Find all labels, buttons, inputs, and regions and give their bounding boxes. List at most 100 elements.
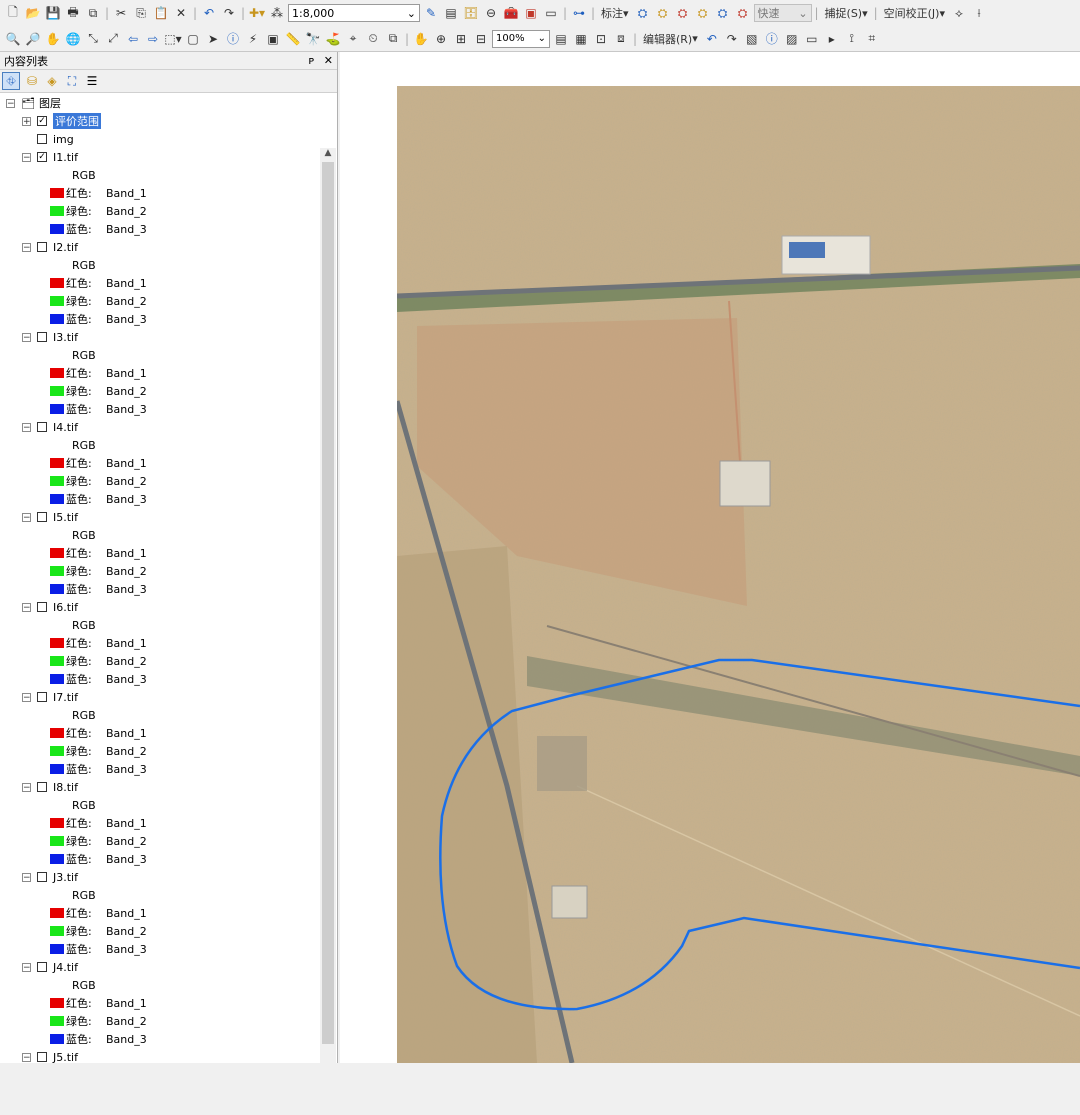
model-builder-icon[interactable]: ▭	[542, 3, 560, 23]
back-arrow-icon[interactable]: ⇦	[124, 29, 142, 49]
layer-item[interactable]: − I8.tif	[22, 778, 78, 796]
delete-icon[interactable]: ✕	[172, 3, 190, 23]
open-folder-icon[interactable]: 📂	[24, 3, 42, 23]
full-extent-icon[interactable]: 🌐	[64, 29, 82, 49]
collapse-toggle[interactable]: −	[22, 872, 31, 882]
select-features-icon[interactable]: ⬚▾	[164, 29, 182, 49]
map-scale-dropdown[interactable]: 1:8,000 ⌄	[288, 4, 420, 22]
spatial-adjustment-menu[interactable]: 空间校正(J) ▾	[881, 3, 948, 23]
clear-selection-icon[interactable]: ▢	[184, 29, 202, 49]
list-by-drawing-order-icon[interactable]: ⛗	[2, 72, 20, 90]
layer-item[interactable]: img	[22, 130, 74, 148]
layout-zoom-dropdown[interactable]: 100% ⌄	[492, 29, 550, 48]
edit-tool-icon[interactable]: ▧	[743, 29, 761, 49]
python-window-icon[interactable]: ▣	[522, 3, 540, 23]
editor-menu[interactable]: 编辑器(R) ▾	[640, 29, 701, 49]
layer-visibility-checkbox[interactable]	[37, 1052, 47, 1062]
collapse-toggle[interactable]: −	[22, 512, 31, 522]
identify-icon[interactable]: ⓘ	[224, 29, 242, 49]
search-window-icon[interactable]: ⊖	[482, 3, 500, 23]
layer-item[interactable]: − I3.tif	[22, 328, 78, 346]
label-menu[interactable]: 标注 ▾	[598, 3, 632, 23]
data-driven-pages-icon[interactable]: ⧈	[612, 29, 630, 49]
toc-options-icon[interactable]: ☰	[84, 73, 100, 89]
layer-visibility-checkbox[interactable]: ✓	[37, 116, 47, 126]
edit-vertices-icon[interactable]: ⌗	[863, 29, 881, 49]
layer-item[interactable]: − J4.tif	[22, 958, 78, 976]
toggle-draft-icon[interactable]: ▤	[552, 29, 570, 49]
layout-fixed-zoom-icon[interactable]: ⊟	[472, 29, 490, 49]
layer-visibility-checkbox[interactable]	[37, 134, 47, 144]
new-document-icon[interactable]: 🗋	[4, 3, 22, 23]
paste-icon[interactable]: 📋	[152, 3, 170, 23]
add-data-icon[interactable]: ✚▾	[248, 3, 266, 23]
label-priority-icon[interactable]: ⛭	[674, 3, 692, 23]
measure-icon[interactable]: 📏	[284, 29, 302, 49]
toolbar-options-icon[interactable]: ⊶	[570, 3, 588, 23]
pin-icon[interactable]: ᴘ	[309, 54, 315, 67]
collapse-toggle[interactable]: −	[6, 98, 15, 108]
sketch-properties-icon[interactable]: ▨	[783, 29, 801, 49]
layer-item[interactable]: − I2.tif	[22, 238, 78, 256]
layer-item[interactable]: − I6.tif	[22, 598, 78, 616]
pan-hand-icon[interactable]: ✋	[44, 29, 62, 49]
arctoolbox-icon[interactable]: 🧰	[502, 3, 520, 23]
snapping-menu[interactable]: 捕捉(S) ▾	[822, 3, 871, 23]
undo-icon[interactable]: ↶	[200, 3, 218, 23]
adjust-tool-icon[interactable]: ⟡	[950, 3, 968, 23]
create-features-icon[interactable]: ▭	[803, 29, 821, 49]
collapse-toggle[interactable]: −	[22, 602, 31, 612]
layer-visibility-checkbox[interactable]	[37, 512, 47, 522]
zoom-in-icon[interactable]: 🔍	[4, 29, 22, 49]
find-icon[interactable]: 🔭	[304, 29, 322, 49]
copy-icon[interactable]: ⎘	[132, 3, 150, 23]
toc-vertical-scrollbar[interactable]: ▲	[320, 148, 336, 1115]
html-popup-icon[interactable]: ▣	[264, 29, 282, 49]
label-view-icon[interactable]: ⛭	[714, 3, 732, 23]
go-to-xy-icon[interactable]: ⌖	[344, 29, 362, 49]
layer-visibility-checkbox[interactable]	[37, 332, 47, 342]
layer-visibility-checkbox[interactable]	[37, 872, 47, 882]
layout-pan-icon[interactable]: ✋	[412, 29, 430, 49]
cut-icon[interactable]: ✂	[112, 3, 130, 23]
collapse-toggle[interactable]: −	[22, 962, 31, 972]
list-by-source-icon[interactable]: ⛁	[24, 73, 40, 89]
change-layout-icon[interactable]: ⊡	[592, 29, 610, 49]
collapse-toggle[interactable]: −	[22, 152, 31, 162]
save-icon[interactable]: 💾	[44, 3, 62, 23]
label-unplaced-icon[interactable]: ⛭	[734, 3, 752, 23]
layer-visibility-checkbox[interactable]	[37, 242, 47, 252]
collapse-toggle[interactable]: −	[22, 782, 31, 792]
collapse-toggle[interactable]: −	[22, 242, 31, 252]
label-manager-icon[interactable]: ⛭	[634, 3, 652, 23]
layer-item[interactable]: − I4.tif	[22, 418, 78, 436]
collapse-toggle[interactable]: −	[22, 692, 31, 702]
attributes-icon[interactable]: ⓘ	[763, 29, 781, 49]
edit-redo-icon[interactable]: ↷	[723, 29, 741, 49]
list-by-visibility-icon[interactable]: ◈	[44, 73, 60, 89]
zoom-out-icon[interactable]: 🔎	[24, 29, 42, 49]
layout-zoom-icon[interactable]: ⊕	[432, 29, 450, 49]
label-weights-icon[interactable]: ⛭	[694, 3, 712, 23]
print-icon[interactable]: 🖶	[64, 3, 82, 23]
redo-icon[interactable]: ↷	[220, 3, 238, 23]
layer-item[interactable]: − I5.tif	[22, 508, 78, 526]
layout-icon[interactable]: ⧉	[84, 3, 102, 23]
time-slider-icon[interactable]: ⏲	[364, 29, 382, 49]
collapse-toggle[interactable]: −	[22, 332, 31, 342]
editor-toolbar-icon[interactable]: ✎	[422, 3, 440, 23]
select-elements-icon[interactable]: ➤	[204, 29, 222, 49]
scroll-thumb[interactable]	[322, 162, 334, 1044]
layers-root[interactable]: − 🗂 图层	[6, 94, 61, 112]
scroll-up-arrow-icon[interactable]: ▲	[320, 148, 336, 162]
layer-visibility-checkbox[interactable]	[37, 422, 47, 432]
layer-visibility-checkbox[interactable]	[37, 692, 47, 702]
straight-segment-icon[interactable]: ▸	[823, 29, 841, 49]
layer-item[interactable]: + ✓ 评价范围	[22, 112, 101, 130]
layer-visibility-checkbox[interactable]	[37, 962, 47, 972]
speed-dropdown[interactable]: 快速 ⌄	[753, 4, 812, 22]
layer-visibility-checkbox[interactable]: ✓	[37, 152, 47, 162]
fixed-zoom-out-icon[interactable]: ⤢	[104, 29, 122, 49]
close-icon[interactable]: ✕	[324, 54, 333, 67]
collapse-toggle[interactable]: −	[22, 422, 31, 432]
